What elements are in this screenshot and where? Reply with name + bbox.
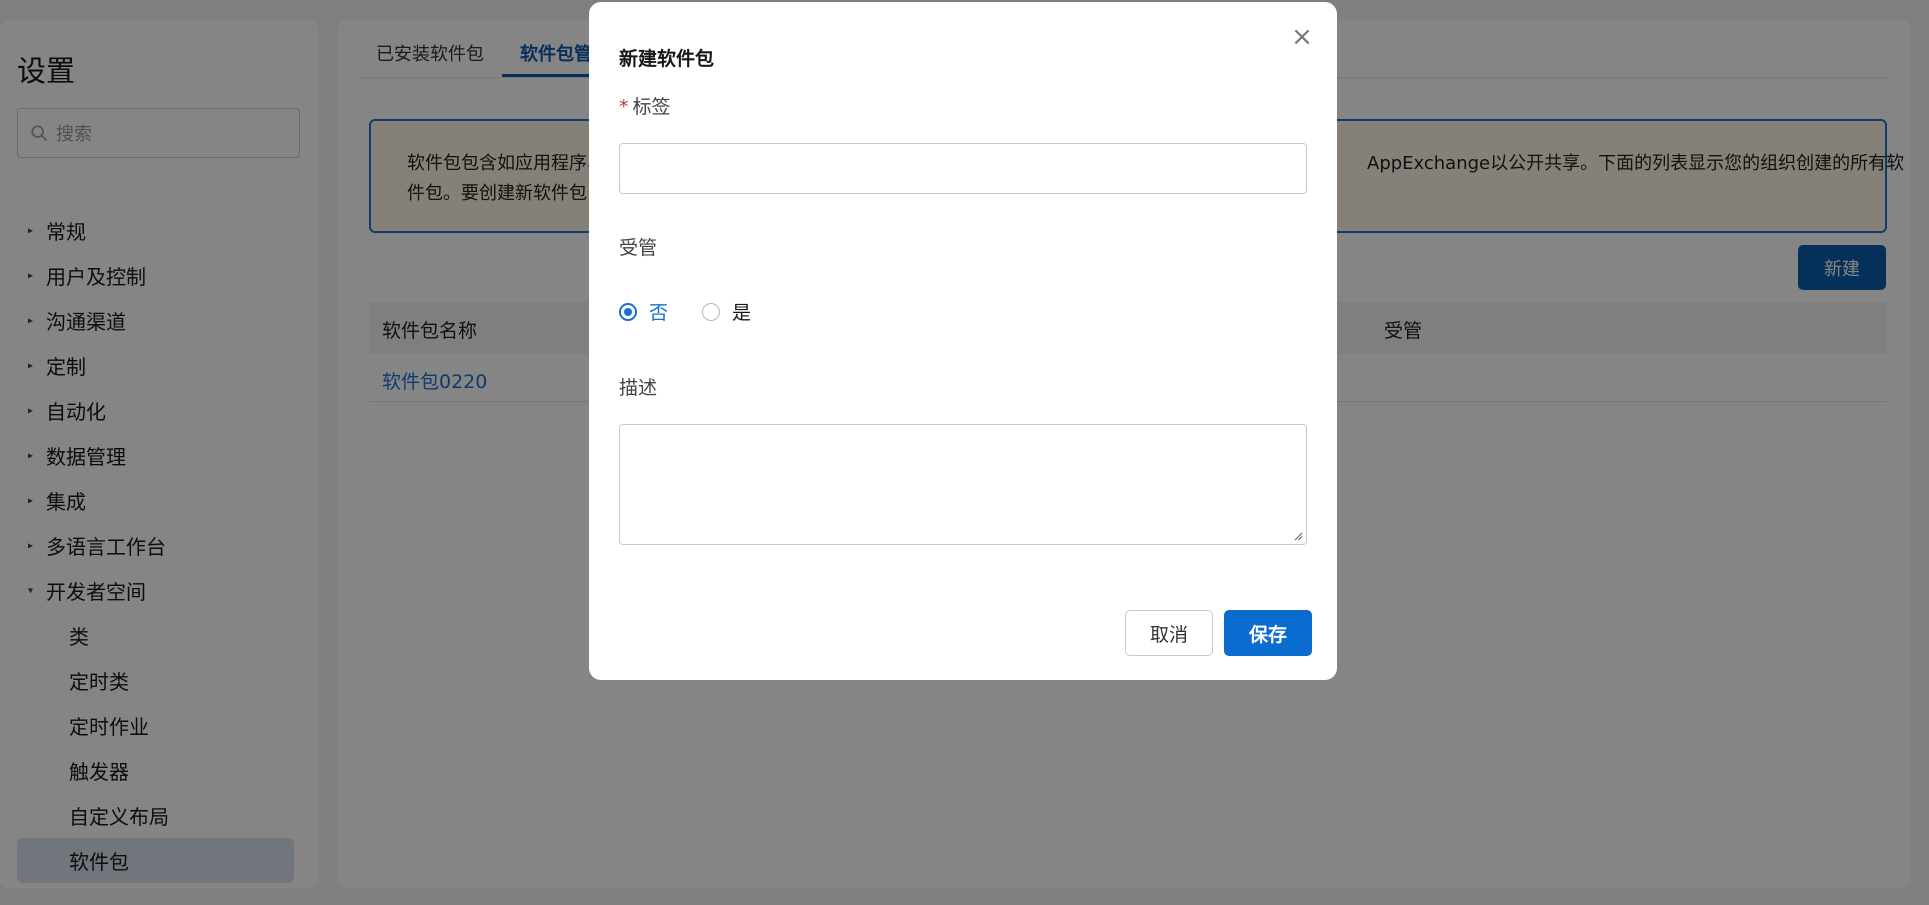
app: 设置 搜索 ▸ 常规 ▸ 用户及控制 ▸ 沟通渠道 ▸ 定制 ▸ 自动化 ▸ 数… xyxy=(0,0,1929,905)
dialog-title: 新建软件包 xyxy=(619,48,715,70)
resize-handle-icon[interactable] xyxy=(1293,531,1303,541)
save-button[interactable]: 保存 xyxy=(1224,610,1312,656)
label-field-text: 标签 xyxy=(632,96,671,118)
radio-label-yes: 是 xyxy=(732,302,752,324)
new-package-dialog: 新建软件包 × * 标签 受管 否 是 描述 取消 保存 xyxy=(589,2,1337,680)
cancel-button[interactable]: 取消 xyxy=(1125,610,1213,656)
managed-label: 受管 xyxy=(619,237,658,259)
managed-radio-group: 否 是 xyxy=(619,298,785,325)
radio-option-yes[interactable]: 是 xyxy=(702,298,751,325)
label-field-label: * 标签 xyxy=(619,92,671,119)
radio-unchecked-icon xyxy=(702,302,721,321)
radio-option-no[interactable]: 否 xyxy=(619,298,668,325)
label-input[interactable] xyxy=(619,143,1307,194)
radio-checked-icon xyxy=(619,302,637,321)
description-textarea[interactable] xyxy=(619,424,1307,545)
description-label: 描述 xyxy=(619,377,658,399)
radio-label-no: 否 xyxy=(649,302,669,324)
close-icon[interactable]: × xyxy=(1289,24,1315,50)
required-marker: * xyxy=(619,96,629,118)
